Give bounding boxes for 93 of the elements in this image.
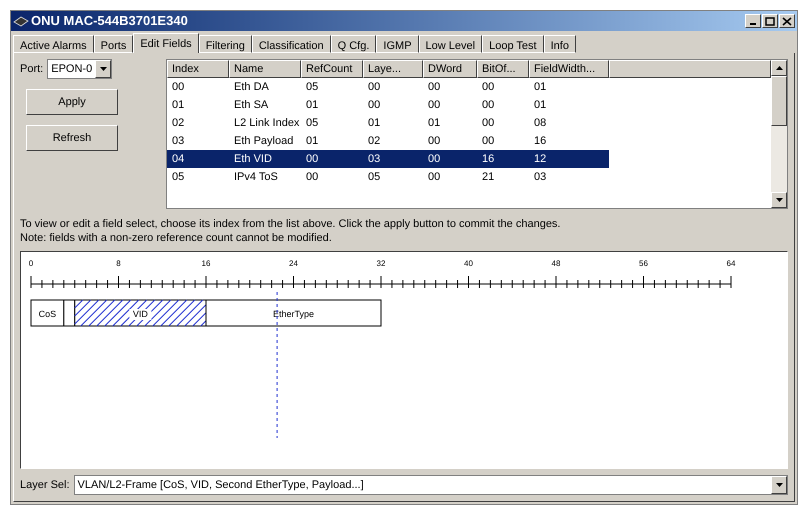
close-icon: [782, 16, 792, 26]
table-cell-text: 00: [481, 134, 496, 149]
table-cell-text: 12: [533, 152, 548, 167]
table-cell-text: 00: [171, 80, 186, 95]
tab[interactable]: IGMP: [376, 35, 419, 53]
field-segment[interactable]: CoS: [30, 300, 64, 326]
maximize-icon: [765, 16, 775, 26]
table-row[interactable]: 03 Eth Payload 01 02 00 00 16: [167, 132, 609, 150]
table-cell-text: 05: [305, 116, 320, 131]
table-cell-text: 01: [171, 98, 186, 113]
table-cell-text: 01: [305, 134, 320, 149]
column-header[interactable]: DWord: [423, 60, 477, 78]
table-cell-text: 08: [533, 116, 548, 131]
minimize-icon: [750, 23, 756, 25]
table-cell-text: 00: [305, 170, 320, 185]
table-cell-text: Eth Payload: [233, 134, 294, 149]
help-text: Note: fields with a non-zero reference count cannot be modified.: [20, 231, 333, 245]
table-cell-text: 01: [305, 98, 320, 113]
layer-dropdown[interactable]: VLAN/L2-Frame [CoS, VID, Second EtherType, Payload...]: [74, 475, 788, 495]
table-cell-text: 05: [305, 80, 320, 95]
table-cell-text: 21: [481, 170, 496, 185]
device-icon: [13, 14, 29, 28]
down-arrow-icon: [776, 198, 782, 202]
table-cell-text: 03: [171, 134, 186, 149]
table-cell-text: 01: [533, 80, 548, 95]
tab[interactable]: Filtering: [198, 35, 252, 53]
tab[interactable]: Loop Test: [482, 35, 544, 53]
table-cell-text: 00: [305, 152, 320, 167]
tab[interactable]: Active Alarms: [13, 35, 94, 53]
table-cell-text: 00: [427, 152, 442, 167]
table-row[interactable]: 05 IPv4 ToS 00 05 00 21 03: [167, 168, 609, 186]
table-cell-text: 02: [367, 134, 382, 149]
column-header[interactable]: BitOf...: [477, 60, 529, 78]
table-cell-text: 00: [427, 80, 442, 95]
table-cell-text: 00: [481, 116, 496, 131]
table-cell-text: 16: [533, 134, 548, 149]
table-cell-text: 00: [481, 80, 496, 95]
port-dropdown[interactable]: EPON-0: [47, 59, 112, 79]
help-text: To view or edit a field select, choose its index from the list above. Click the apply button to commit the changes.: [20, 217, 562, 231]
table-cell-text: 03: [533, 170, 548, 185]
table-row[interactable]: 00 Eth DA 05 00 00 00 01: [167, 78, 609, 96]
up-arrow-icon: [776, 66, 782, 70]
tab[interactable]: Info: [544, 35, 576, 53]
table-cell-text: L2 Link Index: [233, 116, 300, 131]
table-cell-text: 00: [367, 80, 382, 95]
table-row[interactable]: 04 Eth VID 00 03 00 16 12: [167, 150, 609, 168]
action-button[interactable]: Refresh: [26, 125, 118, 151]
table-cell-text: 05: [171, 170, 186, 185]
port-label: Port:: [20, 62, 44, 77]
scroll-up-button[interactable]: [771, 60, 787, 76]
scrollbar[interactable]: [771, 60, 787, 208]
column-header[interactable]: Name: [229, 60, 301, 78]
table-cell-text: 00: [427, 98, 442, 113]
column-header[interactable]: FieldWidth...: [529, 60, 609, 78]
table-cell-text: Eth VID: [233, 152, 273, 167]
tab[interactable]: Q Cfg.: [330, 35, 376, 53]
table-cell-text: 00: [481, 98, 496, 113]
tab[interactable]: Low Level: [418, 35, 482, 53]
table-cell-text: 02: [171, 116, 186, 131]
scroll-thumb[interactable]: [771, 76, 787, 126]
tab[interactable]: Edit Fields: [133, 33, 199, 53]
window-title: ONU MAC-544B3701E340: [31, 12, 188, 30]
table-cell-text: IPv4 ToS: [233, 170, 279, 185]
minimize-button[interactable]: [745, 14, 761, 28]
table-cell-text: Eth DA: [233, 80, 270, 95]
table-cell-text: 04: [171, 152, 186, 167]
table-row[interactable]: 01 Eth SA 01 00 00 00 01: [167, 96, 609, 114]
field-segment[interactable]: VID: [74, 300, 206, 326]
table-row[interactable]: 02 L2 Link Index 05 01 01 00 08: [167, 114, 609, 132]
table-cell-text: 00: [367, 98, 382, 113]
field-segment[interactable]: [63, 300, 76, 326]
table-cell-text: 16: [481, 152, 496, 167]
dropdown-arrow-icon: [776, 483, 782, 487]
field-segment[interactable]: EtherType: [206, 300, 382, 326]
column-header[interactable]: RefCount: [301, 60, 363, 78]
column-header[interactable]: Index: [167, 60, 229, 78]
close-button[interactable]: [779, 14, 795, 28]
tab[interactable]: Ports: [94, 35, 134, 53]
maximize-button[interactable]: [762, 14, 778, 28]
scroll-down-button[interactable]: [771, 192, 787, 208]
table-cell-text: 00: [427, 170, 442, 185]
dropdown-arrow-icon: [100, 67, 107, 71]
table-cell-text: 03: [367, 152, 382, 167]
layer-select-label: Layer Sel:: [20, 478, 70, 493]
table-cell-text: Eth SA: [233, 98, 270, 113]
action-button[interactable]: Apply: [26, 89, 118, 115]
table-cell-text: 01: [427, 116, 442, 131]
column-header[interactable]: Laye...: [363, 60, 423, 78]
table-cell-text: 01: [367, 116, 382, 131]
table-cell-text: 05: [367, 170, 382, 185]
table-cell-text: 00: [427, 134, 442, 149]
tab[interactable]: Classification: [252, 35, 331, 53]
table-cell-text: 01: [533, 98, 548, 113]
